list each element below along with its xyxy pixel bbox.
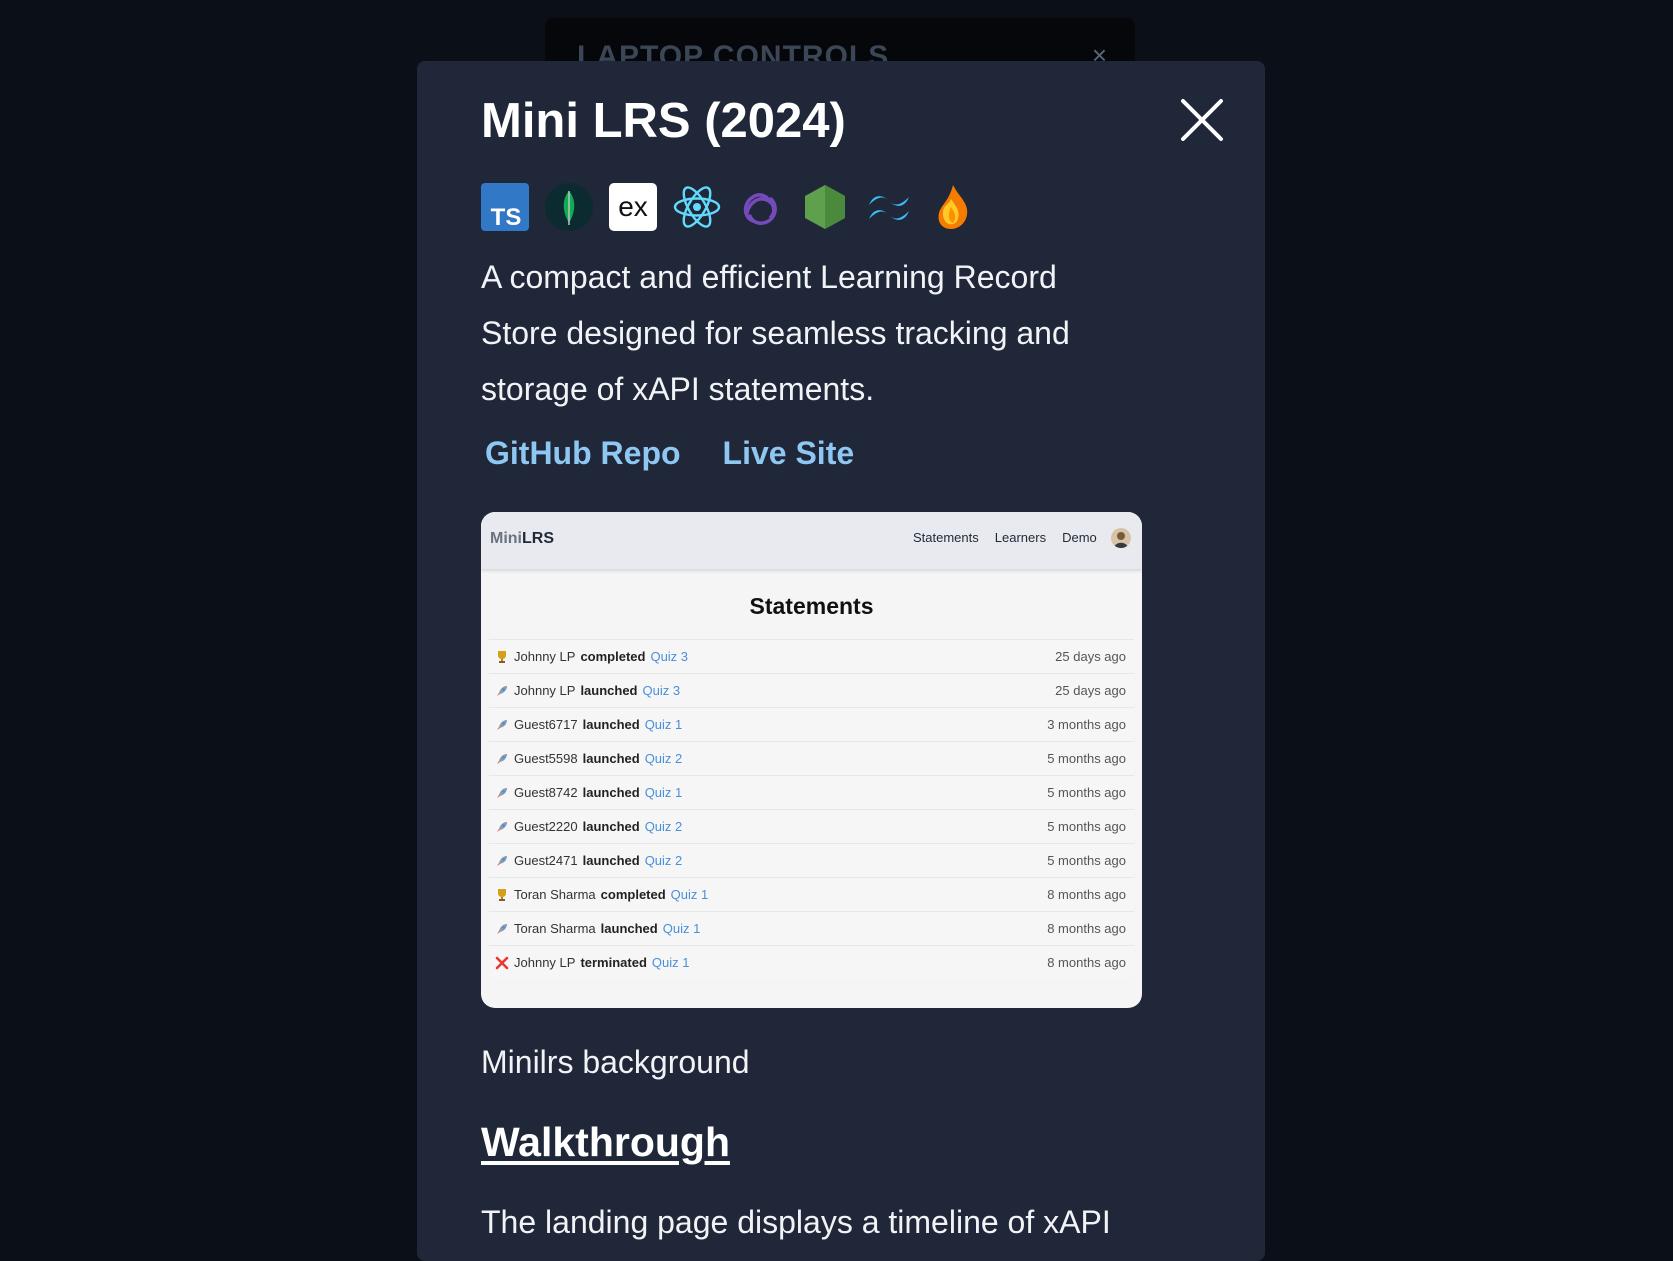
screenshot-nav-learners: Learners xyxy=(994,530,1047,545)
table-row: Guest2471 launched Quiz 2 5 months ago xyxy=(489,843,1134,877)
table-row: Guest5598 launched Quiz 2 5 months ago xyxy=(489,741,1134,775)
walkthrough-heading: Walkthrough xyxy=(481,1119,731,1165)
table-row: Johnny LP launched Quiz 3 25 days ago xyxy=(489,673,1134,707)
statement-object-link: Quiz 2 xyxy=(644,853,683,868)
rocket-icon xyxy=(495,922,509,936)
statement-time: 8 months ago xyxy=(1047,921,1126,936)
statement-verb: launched xyxy=(582,819,640,834)
table-row: Johnny LP completed Quiz 3 25 days ago xyxy=(489,639,1134,673)
walkthrough-text: The landing page displays a timeline of … xyxy=(481,1204,1111,1240)
statement-verb: completed xyxy=(600,887,666,902)
table-row: Guest6717 launched Quiz 1 3 months ago xyxy=(489,707,1134,741)
rocket-icon xyxy=(495,854,509,868)
screenshot-brand: MiniLRS xyxy=(490,530,554,547)
statement-verb: launched xyxy=(582,717,640,732)
statement-object-link: Quiz 3 xyxy=(650,649,689,664)
statement-actor: Guest2471 xyxy=(514,853,578,868)
statement-actor: Johnny LP xyxy=(514,649,576,664)
mongodb-icon xyxy=(545,183,593,231)
statement-object-link: Quiz 1 xyxy=(670,887,709,902)
statement-object-link: Quiz 3 xyxy=(642,683,681,698)
statement-time: 5 months ago xyxy=(1047,853,1126,868)
statement-actor: Guest2220 xyxy=(514,819,578,834)
svg-text:ex: ex xyxy=(618,191,648,222)
statements-list: Johnny LP completed Quiz 3 25 days ago Johnn… xyxy=(489,639,1134,979)
rocket-icon xyxy=(495,820,509,834)
avatar xyxy=(1111,528,1131,548)
statement-time: 5 months ago xyxy=(1047,819,1126,834)
project-links: GitHub Repo Live Site xyxy=(485,435,854,472)
cross-icon xyxy=(495,956,509,970)
github-repo-link[interactable]: GitHub Repo xyxy=(485,435,681,472)
statement-verb: launched xyxy=(600,921,658,936)
screenshot-nav-statements: Statements xyxy=(913,530,979,545)
rocket-icon xyxy=(495,786,509,800)
statement-verb: launched xyxy=(582,785,640,800)
statement-actor: Johnny LP xyxy=(514,955,576,970)
statement-verb: launched xyxy=(582,751,640,766)
project-modal: Mini LRS (2024) TS ex A compact and effi… xyxy=(417,61,1265,1261)
statement-actor: Guest5598 xyxy=(514,751,578,766)
statement-object-link: Quiz 1 xyxy=(651,955,690,970)
modal-title: Mini LRS (2024) xyxy=(481,94,846,148)
statement-object-link: Quiz 2 xyxy=(644,819,683,834)
statement-actor: Toran Sharma xyxy=(514,921,596,936)
trophy-icon xyxy=(495,888,509,902)
project-description: A compact and efficient Learning Record … xyxy=(481,259,1070,407)
statement-actor: Toran Sharma xyxy=(514,887,596,902)
statement-time: 3 months ago xyxy=(1047,717,1126,732)
live-site-link[interactable]: Live Site xyxy=(723,435,855,472)
table-row: Johnny LP terminated Quiz 1 8 months ago xyxy=(489,945,1134,979)
statement-object-link: Quiz 1 xyxy=(644,785,683,800)
trophy-icon xyxy=(495,650,509,664)
redux-icon xyxy=(743,193,777,225)
tailwind-icon xyxy=(869,196,909,220)
screenshot-nav-demo: Demo xyxy=(1062,530,1097,545)
screenshot-caption: Minilrs background xyxy=(481,1044,750,1080)
statement-time: 25 days ago xyxy=(1055,649,1126,664)
statement-object-link: Quiz 1 xyxy=(644,717,683,732)
nodejs-icon xyxy=(805,185,845,229)
statement-time: 8 months ago xyxy=(1047,887,1126,902)
table-row: Toran Sharma launched Quiz 1 8 months ago xyxy=(489,911,1134,945)
statement-actor: Guest8742 xyxy=(514,785,578,800)
rocket-icon xyxy=(495,684,509,698)
statement-verb: launched xyxy=(582,853,640,868)
screenshot-heading: Statements xyxy=(749,593,874,619)
screenshot-nav-links: Statements Learners Demo xyxy=(913,530,1097,545)
statement-verb: launched xyxy=(580,683,638,698)
statement-time: 8 months ago xyxy=(1047,955,1126,970)
app-screenshot: MiniLRS Statements Learners Demo Stateme… xyxy=(481,512,1142,1008)
statement-time: 5 months ago xyxy=(1047,785,1126,800)
statement-time: 25 days ago xyxy=(1055,683,1126,698)
svg-text:TS: TS xyxy=(491,204,522,231)
rocket-icon xyxy=(495,752,509,766)
close-icon[interactable] xyxy=(1179,97,1225,143)
statement-actor: Guest6717 xyxy=(514,717,578,732)
screenshot-navbar: MiniLRS Statements Learners Demo xyxy=(481,512,1142,569)
tech-stack-icons: TS ex xyxy=(481,183,977,231)
typescript-icon: TS xyxy=(481,183,529,231)
table-row: Guest8742 launched Quiz 1 5 months ago xyxy=(489,775,1134,809)
statement-actor: Johnny LP xyxy=(514,683,576,698)
express-icon: ex xyxy=(609,183,657,231)
statement-verb: terminated xyxy=(580,955,647,970)
statement-object-link: Quiz 2 xyxy=(644,751,683,766)
statement-verb: completed xyxy=(580,649,646,664)
rocket-icon xyxy=(495,718,509,732)
firebase-icon xyxy=(938,185,968,229)
statement-time: 5 months ago xyxy=(1047,751,1126,766)
table-row: Guest2220 launched Quiz 2 5 months ago xyxy=(489,809,1134,843)
statement-object-link: Quiz 1 xyxy=(662,921,701,936)
react-icon xyxy=(673,186,721,228)
table-row: Toran Sharma completed Quiz 1 8 months ago xyxy=(489,877,1134,911)
